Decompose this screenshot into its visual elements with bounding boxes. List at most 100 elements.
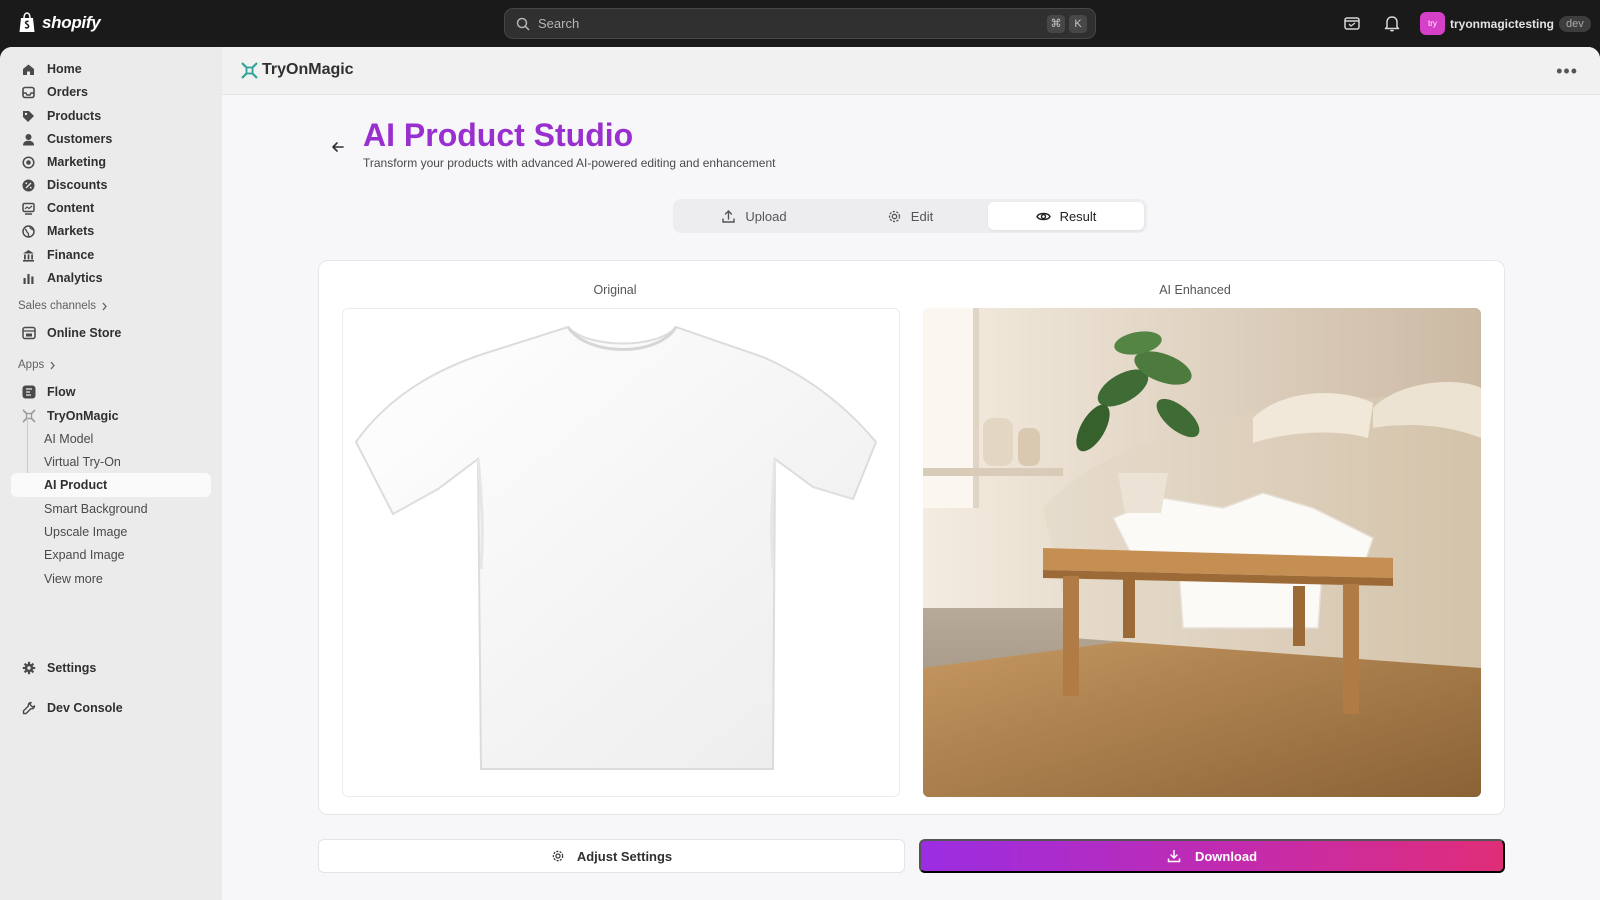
sidebar-item-label: Flow	[47, 385, 76, 399]
brand-name: shopify	[42, 12, 101, 32]
tryonmagic-icon	[21, 409, 36, 424]
download-label: Download	[1194, 848, 1258, 864]
upload-icon	[722, 209, 736, 223]
white-tshirt-image	[354, 325, 878, 770]
sales-channels-header[interactable]: Sales channels	[18, 300, 108, 312]
sidebar-item-label: Customers	[47, 132, 113, 146]
tab-result[interactable]: Result	[988, 202, 1144, 230]
sidebar-item-online-store[interactable]: Online Store	[11, 322, 211, 344]
sidebar-item-orders[interactable]: Orders	[11, 81, 211, 103]
adjust-settings-button[interactable]: Adjust Settings	[318, 839, 905, 873]
store-switcher-icon[interactable]	[1342, 13, 1362, 33]
sidebar-item-label: Settings	[47, 661, 97, 675]
sidebar-item-label: Markets	[47, 224, 95, 238]
tag-icon	[21, 109, 36, 124]
sidebar-item-content[interactable]: Content	[11, 197, 211, 219]
sidebar-item-label: Dev Console	[47, 701, 123, 715]
apps-header[interactable]: Apps	[18, 359, 56, 371]
main-content: TryOnMagic ••• AI Product Studio Transfo…	[222, 47, 1600, 900]
shopify-logo[interactable]: shopify	[18, 12, 101, 33]
sidebar-item-discounts[interactable]: Discounts	[11, 174, 211, 196]
sidebar-item-markets[interactable]: Markets	[11, 220, 211, 242]
sidebar-sub-ai-product[interactable]: AI Product	[11, 473, 211, 497]
sidebar-item-label: Marketing	[47, 155, 107, 169]
enhanced-label: AI Enhanced	[1159, 283, 1231, 297]
store-name: tryonmagictesting	[1450, 16, 1555, 31]
sidebar-item-label: Products	[47, 109, 102, 123]
tryonmagic-logo-icon	[241, 62, 258, 79]
sidebar-sub-expand-image[interactable]: Expand Image	[11, 544, 211, 566]
sidebar-item-label: Orders	[47, 85, 88, 99]
tab-label: Result	[1059, 208, 1097, 224]
app-title: TryOnMagic	[262, 61, 354, 78]
sidebar-sub-ai-model[interactable]: AI Model	[11, 428, 211, 450]
sidebar-item-label: Smart Background	[44, 502, 148, 516]
tab-upload[interactable]: Upload	[676, 202, 832, 230]
page-title: AI Product Studio	[363, 117, 634, 153]
sidebar-item-analytics[interactable]: Analytics	[11, 267, 211, 289]
sidebar-item-settings[interactable]: Settings	[11, 657, 211, 679]
globe-icon	[21, 224, 36, 239]
bar-chart-icon	[21, 271, 36, 286]
sidebar-sub-upscale-image[interactable]: Upscale Image	[11, 521, 211, 543]
chevron-right-icon	[102, 302, 107, 310]
bank-icon	[21, 248, 36, 263]
search-bar[interactable]: Search ⌘ K	[504, 8, 1096, 39]
eye-icon	[1035, 212, 1051, 220]
avatar: try	[1420, 12, 1445, 35]
sidebar-sub-smart-background[interactable]: Smart Background	[11, 498, 211, 520]
user-menu[interactable]: try tryonmagictesting dev	[1420, 12, 1591, 35]
more-actions-button[interactable]: •••	[1556, 61, 1578, 82]
sidebar-item-label: Home	[47, 62, 82, 76]
sidebar-item-label: Finance	[47, 248, 95, 262]
content-icon	[21, 201, 36, 216]
tab-edit[interactable]: Edit	[832, 202, 988, 230]
step-tabs: Upload Edit Result	[673, 199, 1147, 233]
sidebar-sub-view-more[interactable]: View more	[11, 568, 211, 590]
sidebar-item-home[interactable]: Home	[11, 58, 211, 80]
adjust-settings-label: Adjust Settings	[576, 848, 673, 864]
admin-frame: Home Orders Products Customers Marketing…	[0, 47, 1600, 900]
app-header: TryOnMagic •••	[222, 47, 1600, 95]
sidebar-sub-virtual-try-on[interactable]: Virtual Try-On	[11, 451, 211, 473]
search-input[interactable]: Search	[538, 16, 1047, 31]
sidebar: Home Orders Products Customers Marketing…	[0, 47, 222, 900]
sidebar-item-label: Content	[47, 201, 95, 215]
sidebar-item-products[interactable]: Products	[11, 105, 211, 127]
sidebar-item-label: AI Model	[44, 432, 94, 446]
bell-icon[interactable]	[1382, 13, 1402, 33]
sidebar-item-label: Discounts	[47, 178, 108, 192]
sidebar-item-label: AI Product	[44, 478, 108, 492]
sidebar-item-marketing[interactable]: Marketing	[11, 151, 211, 173]
original-image	[342, 308, 900, 797]
target-icon	[21, 155, 36, 170]
back-arrow-icon[interactable]	[330, 139, 346, 155]
gear-icon	[21, 661, 36, 676]
sidebar-item-tryonmagic[interactable]: TryOnMagic	[11, 405, 211, 427]
gear-icon	[552, 850, 564, 862]
comparison-card: Original AI Enhanced	[318, 260, 1505, 815]
sidebar-item-finance[interactable]: Finance	[11, 244, 211, 266]
sidebar-item-label: Analytics	[47, 271, 103, 285]
sidebar-item-label: Upscale Image	[44, 525, 128, 539]
original-label: Original	[593, 283, 637, 297]
page-subtitle: Transform your products with advanced AI…	[363, 156, 776, 170]
download-button[interactable]: Download	[919, 839, 1505, 873]
top-bar: shopify Search ⌘ K try tryonmagictesting…	[0, 0, 1600, 47]
sales-channels-label: Sales channels	[18, 300, 96, 312]
sidebar-item-label: Expand Image	[44, 548, 125, 562]
wrench-icon	[21, 701, 36, 716]
enhanced-image	[923, 308, 1481, 797]
sidebar-item-label: Virtual Try-On	[44, 455, 121, 469]
sidebar-item-customers[interactable]: Customers	[11, 128, 211, 150]
download-icon	[1167, 849, 1181, 863]
tab-label: Upload	[745, 208, 787, 224]
sidebar-item-dev-console[interactable]: Dev Console	[11, 697, 211, 719]
sidebar-item-label: View more	[44, 572, 103, 586]
dev-badge: dev	[1559, 15, 1591, 32]
shopify-bag-icon	[19, 12, 35, 32]
flow-icon	[21, 385, 36, 400]
home-icon	[21, 62, 36, 77]
sidebar-item-flow[interactable]: Flow	[11, 381, 211, 403]
search-icon	[516, 17, 530, 31]
